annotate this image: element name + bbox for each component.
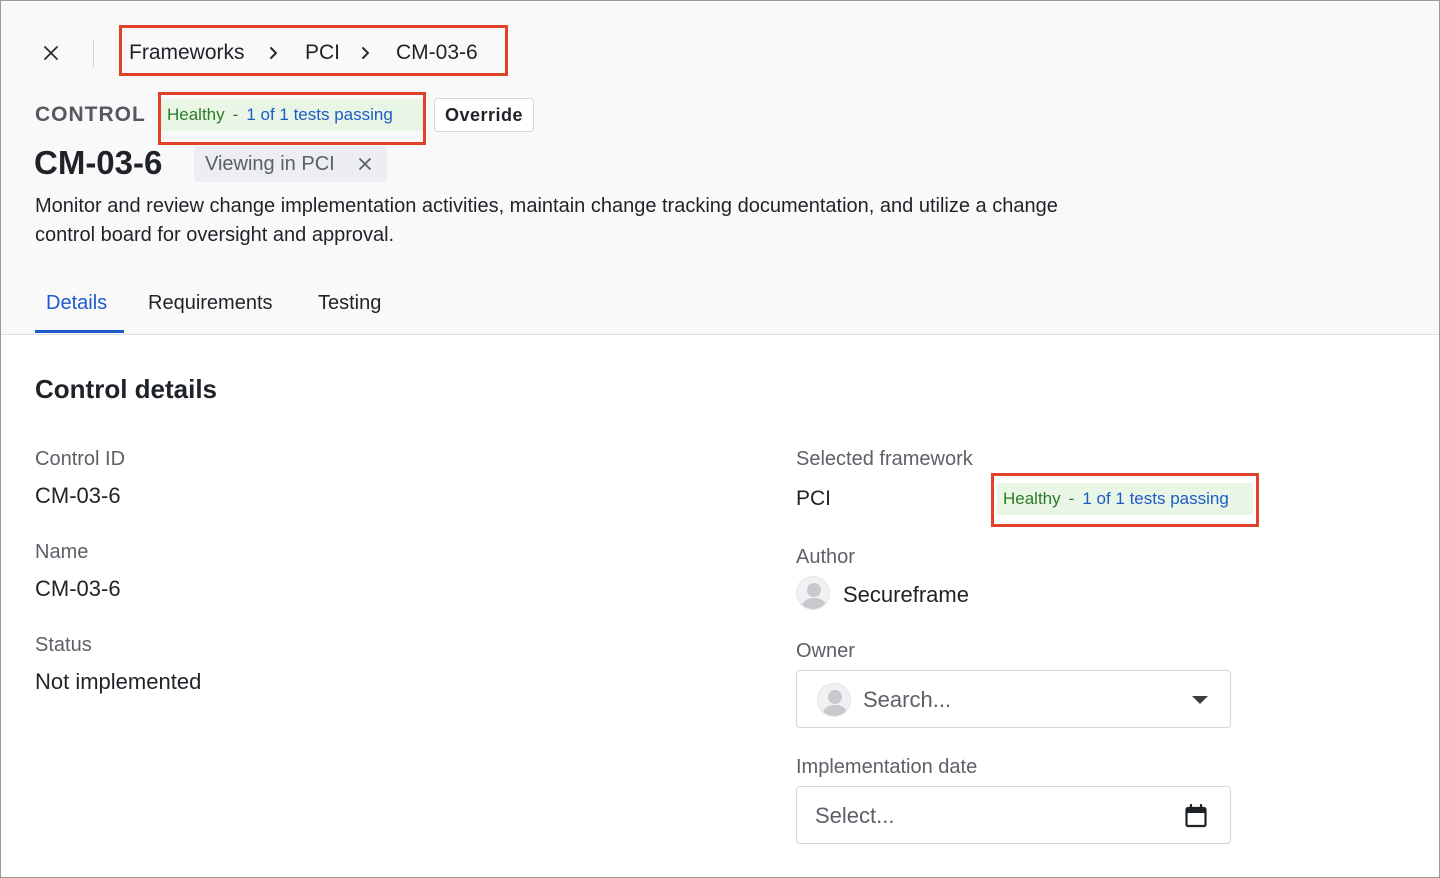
framework-health-status: Healthy — [1003, 489, 1061, 508]
name-value: CM-03-6 — [35, 576, 121, 601]
header-divider — [93, 39, 94, 67]
chevron-right-icon — [362, 47, 369, 59]
tab-requirements[interactable]: Requirements — [148, 290, 273, 316]
control-id-label: Control ID — [35, 448, 126, 470]
control-header: Frameworks PCI CM-03-6 CONTROL Healthy -… — [1, 1, 1439, 335]
page-title: CM-03-6 — [34, 144, 163, 181]
user-avatar-icon — [822, 690, 848, 716]
override-button[interactable]: Override — [434, 98, 534, 132]
owner-label: Owner — [796, 640, 855, 662]
health-separator: - — [232, 105, 239, 124]
tab-testing[interactable]: Testing — [318, 290, 381, 316]
selected-framework-value: PCI — [796, 487, 832, 510]
user-avatar-icon — [801, 583, 827, 609]
control-detail-panel: Frameworks PCI CM-03-6 CONTROL Healthy -… — [0, 0, 1440, 878]
framework-tests-passing-link[interactable]: 1 of 1 tests passing — [1082, 489, 1228, 509]
control-id-value: CM-03-6 — [35, 483, 121, 508]
name-label: Name — [35, 541, 89, 563]
tab-details[interactable]: Details — [46, 290, 107, 316]
owner-select[interactable]: Search... — [796, 670, 1231, 728]
control-type-label: CONTROL — [35, 103, 146, 126]
breadcrumb-item-current: CM-03-6 — [396, 41, 478, 64]
implementation-date-placeholder[interactable]: Select... — [815, 802, 894, 830]
close-icon[interactable] — [356, 155, 374, 173]
framework-health-separator: - — [1068, 489, 1075, 508]
breadcrumb-item-frameworks[interactable]: Frameworks — [129, 39, 245, 67]
tests-passing-link[interactable]: 1 of 1 tests passing — [246, 105, 392, 125]
avatar — [796, 576, 830, 610]
framework-health-badge: Healthy - 1 of 1 tests passing — [997, 483, 1253, 515]
active-tab-indicator — [35, 330, 124, 333]
status-value: Not implemented — [35, 669, 202, 694]
owner-search-placeholder[interactable]: Search... — [863, 686, 951, 714]
implementation-date-picker[interactable]: Select... — [796, 786, 1231, 844]
framework-filter-chip: Viewing in PCI — [194, 146, 387, 182]
breadcrumb-item-pci[interactable]: PCI — [305, 39, 340, 67]
chevron-right-icon — [270, 47, 277, 59]
health-status-text: Healthy — [167, 105, 225, 124]
author-value: Secureframe — [843, 582, 969, 607]
status-label: Status — [35, 634, 92, 656]
framework-chip-label: Viewing in PCI — [205, 152, 335, 175]
calendar-icon[interactable] — [1185, 804, 1207, 828]
caret-down-icon[interactable] — [1191, 695, 1209, 705]
health-status-badge: Healthy - 1 of 1 tests passing — [161, 99, 423, 131]
close-button[interactable] — [39, 41, 63, 65]
selected-framework-label: Selected framework — [796, 448, 973, 470]
owner-avatar-placeholder — [817, 683, 851, 717]
close-icon — [44, 46, 58, 60]
control-description: Monitor and review change implementation… — [35, 195, 1058, 246]
section-title: Control details — [35, 374, 218, 404]
author-label: Author — [796, 546, 855, 568]
implementation-date-label: Implementation date — [796, 756, 978, 778]
